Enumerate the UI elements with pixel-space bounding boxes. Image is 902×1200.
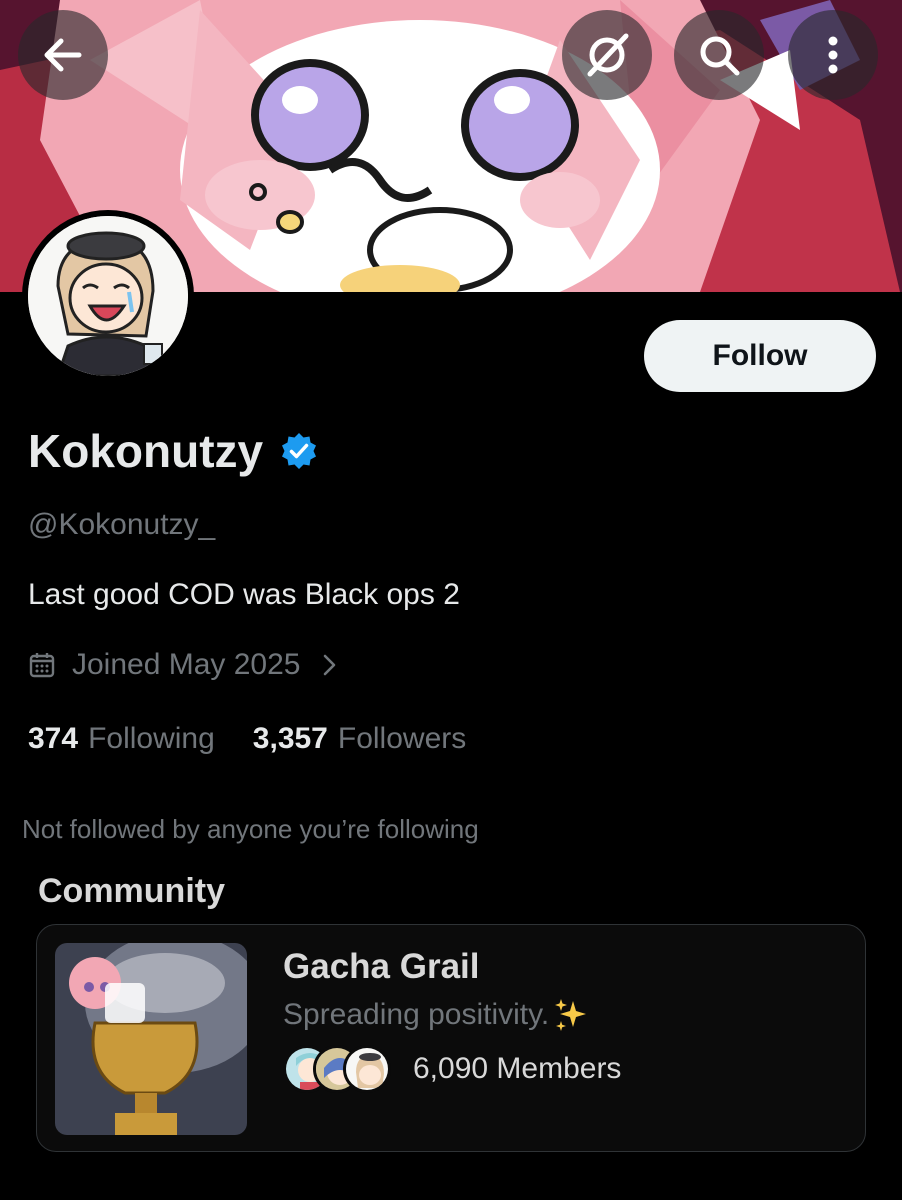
display-name: Kokonutzy xyxy=(28,425,264,477)
joined-date: Joined May 2025 xyxy=(72,648,301,681)
grok-icon xyxy=(587,33,629,77)
back-button[interactable] xyxy=(18,10,108,100)
community-description-row: Spreading positivity. xyxy=(283,997,589,1033)
followers-link[interactable]: 3,357 Followers xyxy=(253,722,466,756)
follow-button[interactable]: Follow xyxy=(644,320,876,392)
follow-stats: 374 Following 3,357 Followers xyxy=(28,722,466,756)
sparkles-icon xyxy=(553,997,589,1033)
not-followed-notice: Not followed by anyone you’re following xyxy=(22,814,479,844)
calendar-icon xyxy=(28,651,56,679)
followers-label: Followers xyxy=(337,722,467,755)
following-count: 374 xyxy=(28,722,79,755)
community-description: Spreading positivity. xyxy=(283,998,550,1031)
community-card[interactable]: Gacha Grail Spreading positivity. 6,090 … xyxy=(36,924,866,1152)
search-icon xyxy=(700,36,740,76)
more-button[interactable] xyxy=(788,10,878,100)
community-members-row: 6,090 Members xyxy=(283,1045,621,1093)
community-member-count: 6,090 Members xyxy=(413,1052,622,1085)
search-button[interactable] xyxy=(674,10,764,100)
verified-badge-icon[interactable] xyxy=(279,431,319,471)
joined-date-row[interactable]: Joined May 2025 xyxy=(28,648,339,682)
member-avatar xyxy=(343,1045,391,1093)
followers-count: 3,357 xyxy=(252,722,328,755)
community-section-title: Community xyxy=(38,872,225,910)
community-thumbnail xyxy=(55,943,247,1135)
more-vertical-icon xyxy=(828,36,838,74)
following-label: Following xyxy=(88,722,215,755)
arrow-left-icon xyxy=(44,38,82,72)
profile-avatar[interactable] xyxy=(22,210,194,382)
following-link[interactable]: 374 Following xyxy=(28,722,215,756)
profile-bio: Last good COD was Black ops 2 xyxy=(28,578,460,611)
profile-handle: @Kokonutzy_ xyxy=(28,508,216,541)
grok-button[interactable] xyxy=(562,10,652,100)
community-name: Gacha Grail xyxy=(283,947,480,986)
profile-name-row: Kokonutzy xyxy=(28,424,319,478)
avatar-image xyxy=(28,216,188,376)
chevron-right-icon xyxy=(319,651,339,679)
